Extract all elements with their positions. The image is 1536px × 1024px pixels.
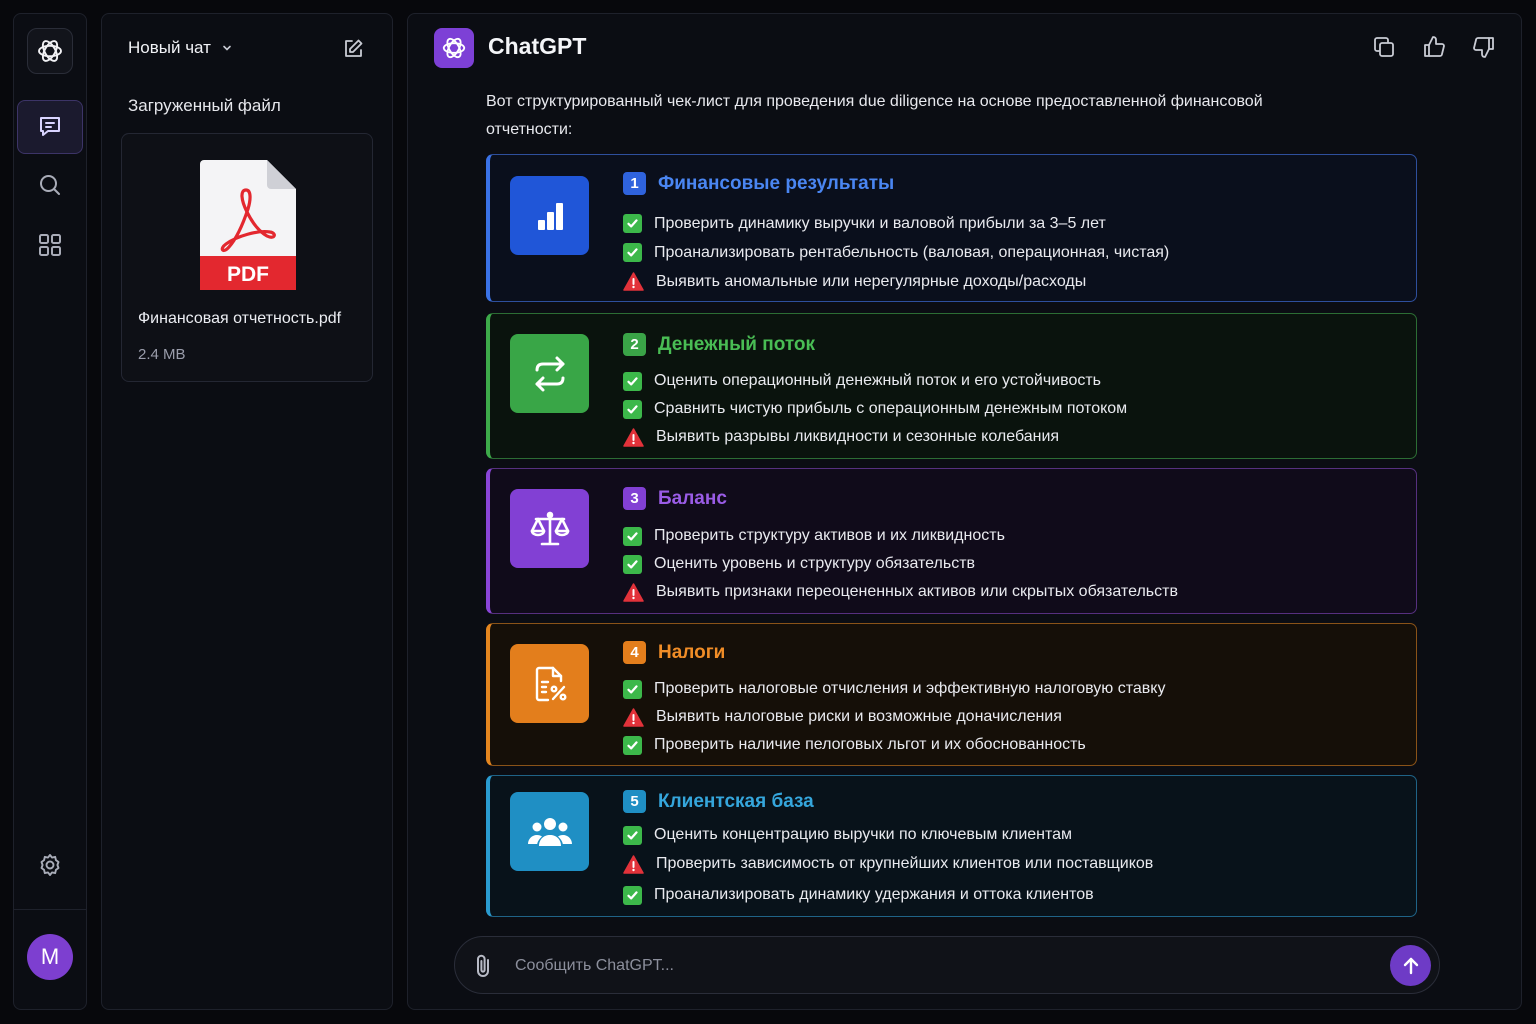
- bar-chart-icon: [510, 176, 589, 255]
- checkbox-checked-icon: [623, 526, 642, 546]
- checklist-item: Проверить структуру активов и их ликвидн…: [623, 522, 1178, 550]
- checklist-section-client-base: 5 Клиентская база Оценить концентрацию в…: [486, 775, 1417, 917]
- checkbox-checked-icon: [623, 371, 642, 391]
- checklist-item: Проверить налоговые отчисления и эффекти…: [623, 675, 1165, 703]
- checklist-item: Выявить налоговые риски и возможные дона…: [623, 703, 1165, 731]
- pdf-file-icon: PDF: [200, 160, 296, 290]
- page-title: ChatGPT: [488, 33, 587, 59]
- tax-document-icon: [510, 644, 589, 723]
- thumbs-up-icon[interactable]: [1421, 34, 1447, 60]
- checklist-item: Выявить разрывы ликвидности и сезонные к…: [623, 423, 1127, 451]
- checklist-item: Выявить признаки переоцененных активов и…: [623, 578, 1178, 606]
- file-sidebar: Новый чат Загруженный файл PDF Финансова…: [101, 13, 393, 1010]
- chat-selector[interactable]: Новый чат: [128, 38, 233, 58]
- file-name: Финансовая отчетность.pdf: [138, 310, 342, 327]
- thumbs-down-icon[interactable]: [1471, 34, 1497, 60]
- section-title: Баланс: [658, 487, 727, 509]
- warning-icon: [623, 582, 644, 602]
- checklist-section-financial-results: 1 Финансовые результаты Проверить динами…: [486, 154, 1417, 302]
- checkbox-checked-icon: [623, 679, 642, 699]
- openai-logo-icon[interactable]: [27, 28, 73, 74]
- checklist: Оценить операционный денежный поток и ег…: [623, 367, 1127, 451]
- checkbox-checked-icon: [623, 554, 642, 574]
- checklist-item: Проверить динамику выручки и валовой при…: [623, 209, 1169, 238]
- new-chat-edit-icon[interactable]: [340, 36, 366, 62]
- users-group-icon: [510, 792, 589, 871]
- icon-rail: M: [13, 13, 87, 1010]
- checklist-item: Сравнить чистую прибыль с операционным д…: [623, 395, 1127, 423]
- checklist-item: Оценить концентрацию выручки по ключевым…: [623, 821, 1153, 849]
- paperclip-icon[interactable]: [471, 952, 497, 980]
- arrow-up-icon: [1403, 957, 1418, 974]
- section-number: 1: [623, 172, 646, 195]
- checkbox-checked-icon: [623, 885, 642, 905]
- uploaded-file-label: Загруженный файл: [128, 96, 281, 115]
- checkbox-checked-icon: [623, 243, 642, 262]
- apps-grid-icon[interactable]: [27, 222, 73, 268]
- checklist-item: Проверить наличие пелоговых льгот и их о…: [623, 731, 1165, 759]
- checkbox-checked-icon: [623, 399, 642, 419]
- warning-icon: [623, 272, 644, 291]
- section-title: Налоги: [658, 641, 726, 663]
- checklist-item: Проанализировать динамику удержания и от…: [623, 879, 1153, 911]
- pdf-badge: PDF: [227, 263, 269, 286]
- section-title: Клиентская база: [658, 790, 814, 812]
- file-size: 2.4 MB: [138, 346, 186, 363]
- section-title: Финансовые результаты: [658, 172, 895, 194]
- checklist-item: Оценить уровень и структуру обязательств: [623, 550, 1178, 578]
- scales-icon: [510, 489, 589, 568]
- checklist: Оценить концентрацию выручки по ключевым…: [623, 821, 1153, 911]
- checklist-section-balance: 3 Баланс Проверить структуру активов и и…: [486, 468, 1417, 614]
- checklist-item: Оценить операционный денежный поток и ег…: [623, 367, 1127, 395]
- copy-icon[interactable]: [1371, 34, 1397, 60]
- checklist: Проверить динамику выручки и валовой при…: [623, 209, 1169, 296]
- checklist-item: Проанализировать рентабельность (валовая…: [623, 238, 1169, 267]
- rail-divider: [14, 909, 86, 910]
- checklist: Проверить налоговые отчисления и эффекти…: [623, 675, 1165, 759]
- checkbox-checked-icon: [623, 825, 642, 845]
- chevron-down-icon: [223, 45, 231, 51]
- section-title: Денежный поток: [658, 333, 816, 355]
- warning-icon: [623, 707, 644, 727]
- checklist-item: Выявить аномальные или нерегулярные дохо…: [623, 267, 1169, 296]
- chat-title: Новый чат: [128, 38, 211, 57]
- section-number: 2: [623, 333, 646, 356]
- exchange-arrows-icon: [510, 334, 589, 413]
- message-input[interactable]: [515, 951, 1375, 981]
- checklist: Проверить структуру активов и их ликвидн…: [623, 522, 1178, 606]
- checklist-item: Проверить зависимость от крупнейших клие…: [623, 849, 1153, 879]
- warning-icon: [623, 427, 644, 447]
- chatgpt-logo-icon: [434, 28, 474, 68]
- chat-panel: ChatGPT Вот структурированный чек-лист д…: [407, 13, 1522, 1010]
- section-number: 5: [623, 790, 646, 813]
- checkbox-checked-icon: [623, 214, 642, 233]
- checklist-section-taxes: 4 Налоги Проверить налоговые отчисления …: [486, 623, 1417, 766]
- gear-icon[interactable]: [27, 842, 73, 888]
- message-composer: [454, 936, 1440, 994]
- message-actions: [1371, 34, 1497, 60]
- chat-icon[interactable]: [17, 100, 83, 154]
- warning-icon: [623, 854, 644, 874]
- search-icon[interactable]: [27, 162, 73, 208]
- send-button[interactable]: [1390, 945, 1431, 986]
- assistant-intro: Вот структурированный чек-лист для прове…: [486, 93, 1263, 138]
- section-number: 3: [623, 487, 646, 510]
- avatar[interactable]: M: [27, 934, 73, 980]
- uploaded-file-card[interactable]: PDF Финансовая отчетность.pdf 2.4 MB: [121, 133, 373, 382]
- checkbox-checked-icon: [623, 735, 642, 755]
- section-number: 4: [623, 641, 646, 664]
- checklist-section-cash-flow: 2 Денежный поток Оценить операционный де…: [486, 313, 1417, 459]
